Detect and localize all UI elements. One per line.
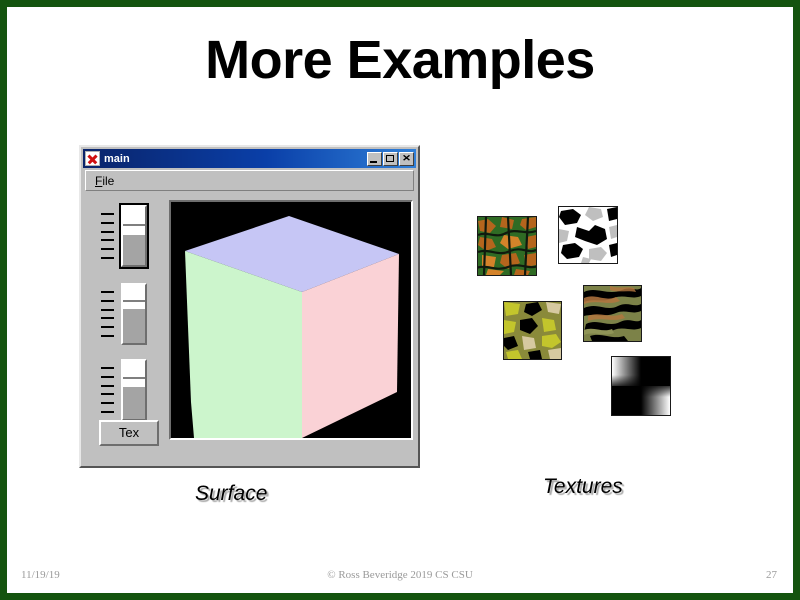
slider-1-upper — [123, 207, 145, 235]
slider-3-upper — [123, 361, 145, 388]
slider-3-lower — [123, 387, 145, 419]
tex-button[interactable]: Tex — [99, 420, 159, 446]
slider-1-lower — [123, 234, 145, 265]
minimize-button[interactable] — [367, 151, 382, 166]
slider-2-track[interactable] — [121, 283, 147, 345]
footer-copyright: © Ross Beveridge 2019 CS CSU — [327, 569, 473, 581]
texture-yellow-green-camo[interactable] — [503, 301, 562, 360]
slide: More Examples main ✕ File Tex Surface Te… — [0, 0, 800, 600]
texture-green-orange-camo[interactable] — [477, 216, 537, 276]
menu-item-file[interactable]: File — [86, 174, 123, 188]
texture-urban-bw-camo[interactable] — [558, 206, 618, 264]
gl-render-canvas[interactable] — [169, 200, 413, 440]
window-menubar[interactable]: File — [85, 170, 414, 191]
app-window[interactable]: main ✕ File Tex — [79, 145, 420, 468]
close-icon: ✕ — [401, 152, 412, 163]
maximize-button[interactable] — [383, 151, 398, 166]
slider-3[interactable] — [101, 359, 157, 421]
slider-1[interactable] — [101, 203, 157, 269]
slider-3-track[interactable] — [121, 359, 147, 421]
slider-1-ticks — [101, 213, 117, 259]
caption-textures: Textures — [543, 475, 623, 498]
app-x-icon — [85, 151, 100, 166]
slider-3-thumb[interactable] — [123, 377, 145, 380]
window-client-area: Tex — [85, 193, 414, 462]
close-button[interactable]: ✕ — [399, 151, 414, 166]
window-title: main — [104, 152, 130, 165]
slider-2-lower — [123, 309, 145, 343]
slider-3-ticks — [101, 367, 117, 413]
cube-3d — [185, 216, 399, 438]
page-title: More Examples — [205, 30, 595, 90]
slider-1-thumb[interactable] — [123, 224, 145, 227]
slider-2[interactable] — [101, 283, 157, 345]
menu-file-rest: ile — [102, 173, 115, 188]
slider-2-ticks — [101, 291, 117, 337]
footer-page-number: 27 — [766, 569, 777, 581]
texture-tiger-stripe-camo[interactable] — [583, 285, 642, 342]
window-titlebar[interactable]: main ✕ — [83, 149, 416, 168]
slider-1-track[interactable] — [119, 203, 149, 269]
caption-surface: Surface — [195, 482, 268, 505]
slider-2-upper — [123, 285, 145, 310]
texture-checkerboard[interactable] — [611, 356, 671, 416]
slider-2-thumb[interactable] — [123, 300, 145, 303]
